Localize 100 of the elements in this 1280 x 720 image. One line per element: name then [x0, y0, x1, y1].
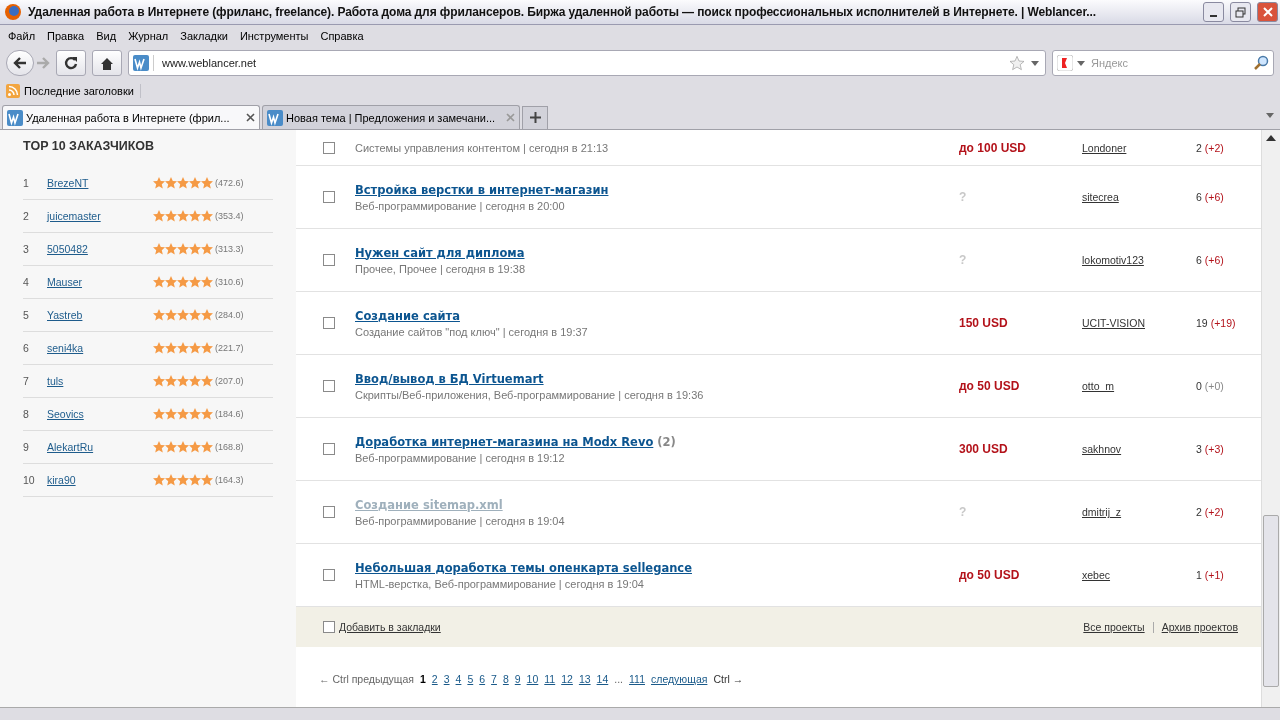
bookmark-checkbox[interactable] [323, 191, 335, 203]
author-link[interactable]: sitecrea [1082, 191, 1196, 203]
projects-link[interactable]: Архив проектов [1161, 621, 1238, 633]
author-link[interactable]: sakhnov [1082, 443, 1196, 455]
bookmark-checkbox[interactable] [323, 506, 335, 518]
page-link[interactable]: 8 [502, 673, 509, 685]
scroll-up-icon[interactable] [1266, 135, 1276, 141]
star-bookmark-icon[interactable] [1009, 55, 1025, 71]
page-link[interactable]: 5 [467, 673, 474, 685]
minimize-button[interactable] [1203, 2, 1224, 22]
project-title-link[interactable]: Создание сайта [355, 308, 460, 323]
search-bar[interactable]: Яндекс [1052, 50, 1274, 76]
author-link[interactable]: Londoner [1082, 141, 1196, 154]
dropdown-caret-icon[interactable] [1077, 60, 1085, 66]
page-link[interactable]: 2 [431, 673, 438, 685]
rss-feed-icon [6, 84, 20, 98]
page-link[interactable]: 10 [526, 673, 539, 685]
restore-button[interactable] [1230, 2, 1251, 22]
home-button[interactable] [92, 50, 122, 76]
close-button[interactable] [1257, 2, 1278, 22]
star-icon [153, 243, 165, 255]
close-icon[interactable] [246, 113, 255, 122]
user-link[interactable]: AlekartRu [47, 441, 153, 453]
bookmark-checkbox[interactable] [323, 254, 335, 266]
dropdown-caret-icon[interactable] [1031, 60, 1039, 66]
author-link[interactable]: xebec [1082, 569, 1196, 581]
rating-score: (184.6) [215, 409, 244, 419]
rank-number: 6 [23, 342, 30, 354]
star-icon [153, 441, 165, 453]
bookmark-checkbox[interactable] [323, 569, 335, 581]
star-icon [165, 342, 177, 354]
menu-item[interactable]: Закладки [174, 30, 234, 42]
menu-item[interactable]: Правка [41, 30, 91, 42]
menu-item[interactable]: Инструменты [233, 30, 315, 42]
page-link[interactable]: 111 [629, 673, 645, 685]
bookmark-checkbox[interactable] [323, 141, 335, 154]
page-link[interactable]: 12 [561, 673, 573, 685]
star-icon [201, 210, 213, 222]
user-link[interactable]: Yastreb [47, 309, 153, 321]
star-icon [177, 474, 189, 486]
author-link[interactable]: lokomotiv123 [1082, 254, 1196, 266]
user-link[interactable]: Seovics [47, 408, 153, 420]
user-link[interactable]: tuls [47, 375, 153, 387]
author-link[interactable]: otto_m [1082, 380, 1196, 392]
user-link[interactable]: BrezeNT [47, 177, 153, 189]
project-meta: Веб-программирование | сегодня в 19:04 [355, 514, 566, 527]
user-link[interactable]: juicemaster [47, 210, 153, 222]
page-link[interactable]: 9 [514, 673, 521, 685]
project-title-link[interactable]: Небольшая доработка темы опенкарта sellegance [355, 560, 692, 575]
star-icon [165, 408, 177, 420]
tab-list-caret-icon[interactable] [1266, 113, 1274, 118]
scrollbar-thumb[interactable] [1263, 515, 1279, 687]
bookmark-link[interactable]: Последние заголовки [6, 84, 141, 98]
window-title: Удаленная работа в Интернете (фриланс, freelance). Работа дома для фрилансеров. Биржа удаленной работы — поиск профессиональных исполнителей в Интернете. | Weblancer... [28, 5, 1098, 19]
add-bookmarks-checkbox[interactable]: Добавить в закладки [323, 621, 1084, 633]
menu-item[interactable]: Справка [314, 30, 370, 42]
page-link[interactable]: 7 [491, 673, 497, 685]
next-page-link[interactable]: следующая [651, 673, 708, 685]
user-link[interactable]: 5050482 [47, 243, 153, 255]
browser-tab[interactable]: Новая тема | Предложения и замечани... [262, 105, 520, 129]
project-title-link[interactable]: Нужен сайт для диплома [355, 245, 525, 260]
back-button[interactable] [6, 50, 34, 76]
address-bar[interactable]: www.weblancer.net [128, 50, 1046, 76]
address-field[interactable]: www.weblancer.net [160, 56, 1003, 70]
browser-tab[interactable]: Удаленная работа в Интернете (фрил... [2, 105, 260, 129]
project-title-link[interactable]: Ввод/вывод в БД Virtuemart [355, 371, 544, 386]
user-link[interactable]: Mauser [47, 276, 153, 288]
project-title-link[interactable]: Доработка интернет-магазина на Modx Revo [355, 434, 654, 449]
menu-item[interactable]: Файл [2, 30, 42, 42]
page-link[interactable]: 3 [443, 673, 450, 685]
rating-score: (472.6) [215, 178, 244, 188]
star-icon [165, 243, 177, 255]
menu-item[interactable]: Журнал [122, 30, 175, 42]
search-field[interactable]: Яндекс [1089, 56, 1249, 70]
search-icon[interactable] [1253, 55, 1269, 71]
bookmark-checkbox[interactable] [323, 443, 335, 455]
user-link[interactable]: seni4ka [47, 342, 153, 354]
page-link[interactable]: 1 [420, 673, 426, 685]
star-icon [165, 441, 177, 453]
bookmark-checkbox[interactable] [323, 317, 335, 329]
projects-link[interactable]: Все проекты [1083, 621, 1145, 633]
author-link[interactable]: dmitrij_z [1082, 506, 1196, 518]
bookmark-checkbox[interactable] [323, 380, 335, 392]
user-link[interactable]: kira90 [47, 474, 153, 486]
unknown-budget: ? [959, 190, 968, 204]
rating-score: (164.3) [215, 475, 244, 485]
scrollbar[interactable] [1261, 130, 1280, 707]
star-icon [189, 309, 201, 321]
author-link[interactable]: UCIT-VISION [1082, 317, 1196, 329]
new-tab-button[interactable] [522, 106, 548, 129]
reply-count: 3 [1196, 443, 1202, 455]
page-link[interactable]: 11 [544, 673, 556, 685]
menu-item[interactable]: Вид [90, 30, 123, 42]
new-reply-count: (+0) [1204, 380, 1224, 392]
page-link[interactable]: 14 [596, 673, 609, 685]
reload-button[interactable] [56, 50, 86, 76]
page-link[interactable]: 6 [479, 673, 486, 685]
project-title-link[interactable]: Встройка верстки в интернет-магазин [355, 182, 609, 197]
page-link[interactable]: 13 [578, 673, 591, 685]
page-link[interactable]: 4 [455, 673, 462, 685]
